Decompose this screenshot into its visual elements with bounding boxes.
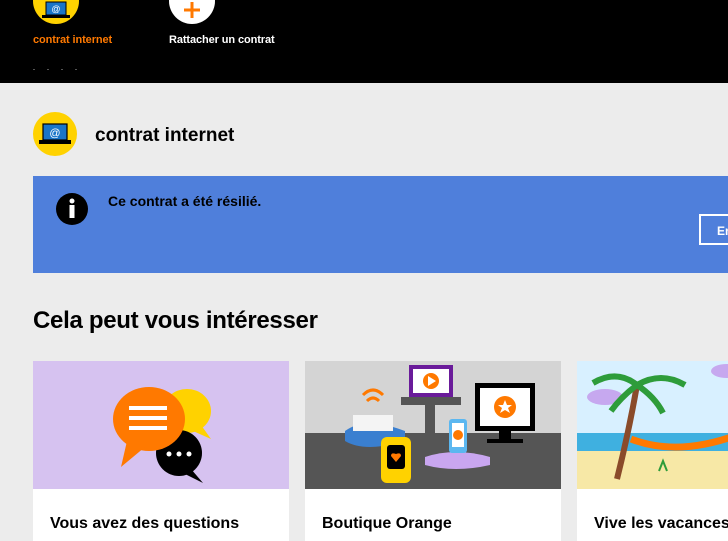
active-indicator	[33, 57, 93, 70]
plus-icon	[169, 0, 215, 24]
laptop-icon: @	[33, 112, 77, 156]
beach-illustration	[577, 361, 728, 489]
banner-message: Ce contrat a été résilié.	[108, 193, 262, 209]
nav-item-label: Rattacher un contrat	[169, 34, 275, 46]
card-vacances[interactable]: Vive les vacances	[577, 361, 728, 541]
laptop-icon: @	[33, 0, 79, 24]
svg-text:@: @	[51, 4, 60, 14]
card-boutique[interactable]: Boutique Orange	[305, 361, 561, 541]
info-banner: Ce contrat a été résilié. En	[33, 176, 728, 273]
page-title: contrat internet	[95, 125, 235, 146]
banner-action-button[interactable]: En	[699, 214, 728, 245]
devices-illustration	[305, 361, 561, 489]
card-title: Vous avez des questions	[50, 515, 240, 532]
info-icon	[55, 192, 89, 226]
section-title: Cela peut vous intéresser	[33, 307, 318, 334]
nav-item-label: contrat internet	[33, 34, 113, 46]
card-title: Boutique Orange	[322, 515, 452, 532]
top-nav-bar: @ contrat internet Rattacher un contrat	[0, 0, 728, 83]
card-title: Vive les vacances	[594, 515, 728, 532]
card-questions[interactable]: Vous avez des questions	[33, 361, 289, 541]
svg-text:@: @	[49, 128, 60, 140]
chat-bubbles-illustration	[33, 361, 289, 489]
